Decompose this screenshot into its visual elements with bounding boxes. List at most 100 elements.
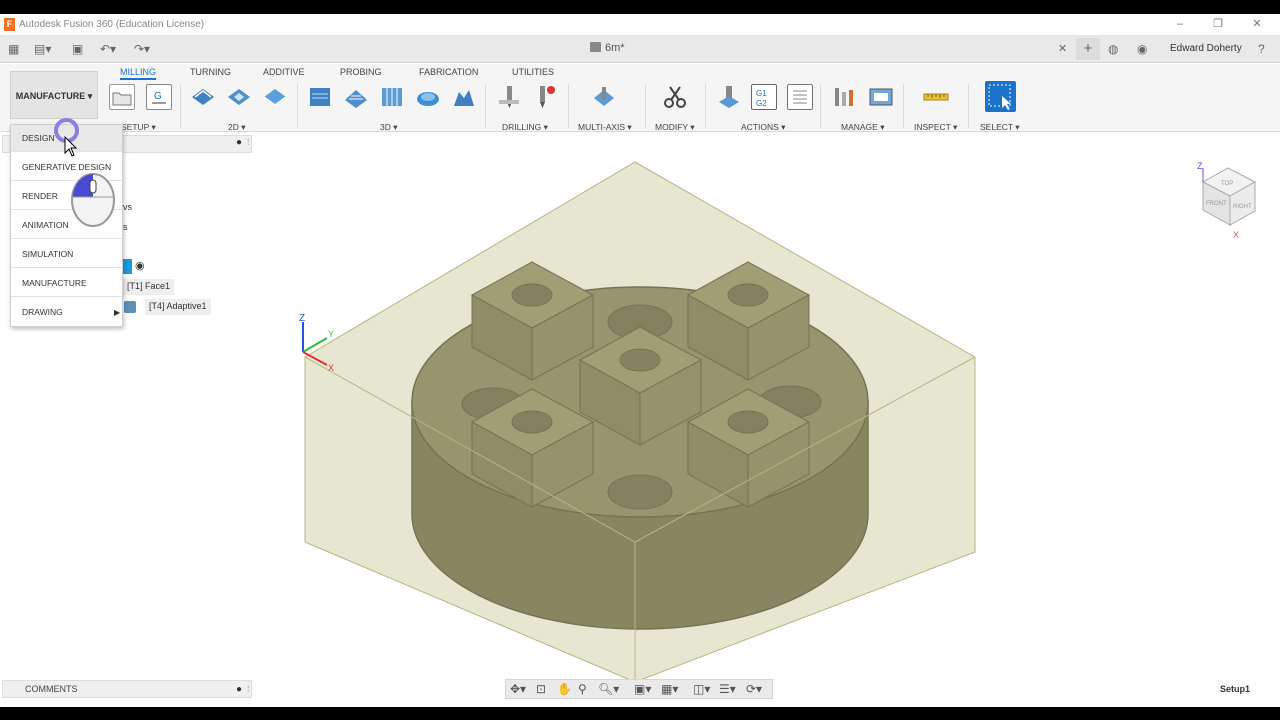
comments-panel[interactable]: COMMENTS ● ⁞ [2,680,252,698]
group-separator [297,84,298,128]
comments-pin-icon[interactable]: ● [236,682,242,698]
menu-item-drawing[interactable]: DRAWING [11,299,122,326]
modify-scissors-icon[interactable] [662,84,688,110]
close-window-button[interactable]: ✕ [1249,17,1265,31]
look-at-icon[interactable]: ⊡ [536,682,546,696]
new-tab-icon[interactable]: + [1076,38,1100,60]
undo-icon[interactable]: ↶▾ [100,41,116,57]
grid-menu-icon[interactable]: ▦ [8,41,19,57]
adaptive-op-icon [124,301,136,313]
save-icon[interactable]: ▣ [72,41,83,57]
active-setup-label: Setup1 [1220,684,1251,694]
3d-pocket-icon[interactable] [343,84,369,110]
canvas-viewport[interactable]: Z Y X TOP FRONT RIGHT Z X [255,132,1280,683]
job-status-icon[interactable]: ◍ [1108,41,1118,57]
svg-text:G2: G2 [756,99,767,108]
orbit-icon[interactable]: ✥▾ [510,682,526,696]
triad-y-label: Y [328,329,334,339]
browser-partial-text: s [123,222,128,232]
document-name: 6m* [605,42,625,54]
viewcube-z-label: Z [1197,161,1203,171]
browser-collapse-icon[interactable]: ⁞ [247,137,250,147]
group-separator [705,84,706,128]
drill-icon[interactable] [496,84,522,110]
document-tab[interactable]: 6m* [590,42,625,54]
group-separator [568,84,569,128]
group-2d[interactable]: 2D ▾ [228,122,246,133]
contour-icon[interactable] [415,84,441,110]
operation-adaptive1[interactable]: [T4] Adaptive1 [145,299,211,315]
select-icon[interactable] [985,81,1016,112]
tab-additive[interactable]: ADDITIVE [263,67,305,77]
setup-sheet-icon[interactable] [787,84,813,110]
machine-library-icon[interactable] [868,84,894,110]
tab-utilities[interactable]: UTILITIES [512,67,554,77]
tab-fabrication[interactable]: FABRICATION [419,67,478,77]
file-menu-icon[interactable]: ▤▾ [34,41,51,57]
multi-axis-icon[interactable] [591,84,617,110]
window-title: Autodesk Fusion 360 (Education License) [19,19,205,30]
group-separator [968,84,969,128]
fit-icon[interactable]: 🔍︎▾ [598,682,619,696]
tab-probing[interactable]: PROBING [340,67,382,77]
viewports-icon[interactable]: ◫▾ [693,682,710,696]
user-name[interactable]: Edward Doherty [1170,43,1242,54]
measure-icon[interactable] [923,84,949,110]
restore-button[interactable]: ❐ [1210,17,1226,31]
close-tab-icon[interactable]: ✕ [1058,41,1067,57]
workspace-switcher-button[interactable]: MANUFACTURE ▾ [10,71,98,119]
hole-recognition-icon[interactable] [531,84,557,110]
group-separator [645,84,646,128]
viewcube-x-label: X [1233,230,1239,240]
redo-icon[interactable]: ↷▾ [134,41,150,57]
viewcube-top-label[interactable]: TOP [1221,181,1233,187]
group-separator [485,84,486,128]
setup-radio-icon[interactable]: ◉ [135,259,145,272]
menu-item-manufacture[interactable]: MANUFACTURE [11,270,122,297]
display-settings-icon[interactable]: ▣▾ [634,682,651,696]
viewcube-front-label[interactable]: FRONT [1206,201,1227,207]
browser-pin-icon[interactable]: ● [236,137,242,148]
title-bar: F Autodesk Fusion 360 (Education License… [0,14,1280,36]
parallel-icon[interactable] [379,84,405,110]
tab-milling[interactable]: MILLING [120,67,157,80]
simulate-icon[interactable] [716,84,742,110]
ribbon: MANUFACTURE ▾ MILLING TURNING ADDITIVE P… [0,64,1280,132]
browser-partial-text: vs [123,202,132,212]
stock-box[interactable] [304,161,976,683]
section-icon[interactable]: ☰▾ [719,682,736,696]
notifications-icon[interactable]: ◉ [1137,41,1147,57]
3d-adaptive-icon[interactable] [307,84,333,110]
scallop-icon[interactable] [451,84,477,110]
2d-adaptive-icon[interactable] [190,84,216,110]
refresh-icon[interactable]: ⟳▾ [746,682,762,696]
triad-z-label: Z [299,313,305,324]
minimize-button[interactable]: – [1172,17,1188,31]
nc-program-icon[interactable]: G [146,84,172,110]
tool-library-icon[interactable] [832,84,858,110]
comments-collapse-icon[interactable]: ⁞ [247,681,250,697]
zoom-icon[interactable]: ⚲ [578,682,587,696]
triad-x-label: X [328,363,334,373]
group-separator [820,84,821,128]
operation-face1[interactable]: [T1] Face1 [123,279,175,295]
pan-icon[interactable]: ✋ [557,682,572,696]
app-window: F Autodesk Fusion 360 (Education License… [0,14,1280,707]
group-setup[interactable]: SETUP ▾ [121,122,156,133]
tab-turning[interactable]: TURNING [190,67,231,77]
fusion-logo-icon: F [4,18,15,31]
menu-item-simulation[interactable]: SIMULATION [11,241,122,268]
open-setup-icon[interactable] [109,84,135,110]
help-icon[interactable]: ? [1258,41,1265,57]
face-icon[interactable] [262,84,288,110]
mouse-cursor-icon [64,136,78,157]
model-canvas[interactable]: Z Y X TOP FRONT RIGHT Z X [255,132,1280,683]
viewcube-right-label[interactable]: RIGHT [1233,204,1252,210]
2d-pocket-icon[interactable] [226,84,252,110]
navigation-bar: ✥▾ ⊡ ✋ ⚲ 🔍︎▾ ▣▾ ▦▾ ◫▾ ☰▾ ⟳▾ [505,679,773,699]
viewcube[interactable]: TOP FRONT RIGHT Z X [1197,161,1257,240]
post-process-icon[interactable]: G1 G2 [751,84,777,110]
grid-settings-icon[interactable]: ▦▾ [661,682,678,696]
comments-label: COMMENTS [25,684,78,694]
setup-node-highlight[interactable] [123,259,132,274]
